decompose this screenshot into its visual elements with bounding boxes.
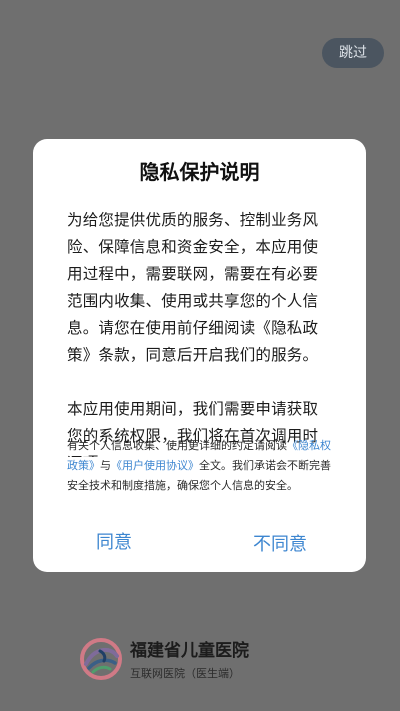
skip-button[interactable]: 跳过 [322,38,384,68]
privacy-footer-note: 有关个人信息收集、使用更详细的约定请阅读《隐私权政策》与《用户使用协议》全文。我… [67,436,335,496]
note-text-1: 有关个人信息收集、使用更详细的约定请阅读 [67,439,287,452]
hospital-name: 福建省儿童医院 [130,641,249,661]
note-text-2: 与 [100,459,111,472]
dialog-title: 隐私保护说明 [139,160,260,184]
privacy-content-scroll[interactable]: 为给您提供优质的服务、控制业务风险、保障信息和资金安全，本应用使用过程中，需要联… [67,207,333,457]
hospital-subtitle: 互联网医院（医生端） [130,667,240,680]
hospital-logo-icon [80,638,122,680]
user-agreement-link[interactable]: 《用户使用协议》 [111,459,199,472]
agree-button[interactable]: 同意 [96,531,132,555]
privacy-paragraph-1: 为给您提供优质的服务、控制业务风险、保障信息和资金安全，本应用使用过程中，需要联… [67,211,319,364]
privacy-dialog: 隐私保护说明 为给您提供优质的服务、控制业务风险、保障信息和资金安全，本应用使用… [33,139,366,572]
disagree-button[interactable]: 不同意 [253,533,307,557]
